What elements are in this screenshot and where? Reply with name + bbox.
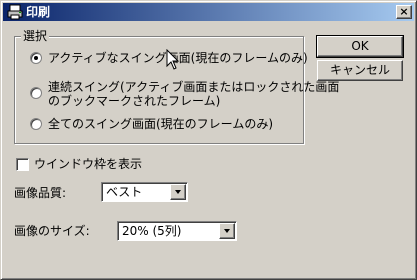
radio-button[interactable] [30,118,42,130]
chevron-down-icon[interactable] [219,223,235,239]
radio-option-continuous-swing[interactable]: 連続スイング(アクティブ画面またはロックされた画面 のブックマークされたフレーム… [30,80,339,108]
ok-button[interactable]: OK [316,35,404,58]
image-size-value: 20% (5列) [122,224,182,238]
radio-option-all-swings[interactable]: 全てのスイング画面(現在のフレームのみ) [30,117,273,131]
show-window-frame-label: ウインドウ枠を表示 [34,157,143,171]
image-quality-select[interactable]: ベスト [101,182,188,202]
printer-icon [7,4,23,20]
window-title: 印刷 [26,5,51,19]
mouse-pointer-icon [166,49,180,70]
radio-label: 全てのスイング画面(現在のフレームのみ) [48,117,274,131]
close-button[interactable]: × [396,5,412,19]
radio-button[interactable] [30,52,42,64]
title-bar[interactable]: 印刷 × [3,3,414,21]
chevron-down-icon[interactable] [170,184,186,200]
selection-group-legend: 選択 [21,29,50,43]
image-quality-label: 画像品質: [14,186,67,200]
radio-label: 連続スイング(アクティブ画面またはロックされた画面 のブックマークされたフレーム… [48,80,340,108]
print-dialog: 印刷 × 選択 アクティブなスイング画面(現在のフレームのみ) 連続スイング(ア… [0,0,417,280]
show-window-frame-checkbox[interactable] [16,158,29,171]
cancel-button[interactable]: キャンセル [317,60,403,81]
image-size-select[interactable]: 20% (5列) [117,221,237,241]
image-quality-value: ベスト [106,185,143,199]
radio-button[interactable] [30,87,42,99]
image-size-label: 画像のサイズ: [14,224,90,238]
